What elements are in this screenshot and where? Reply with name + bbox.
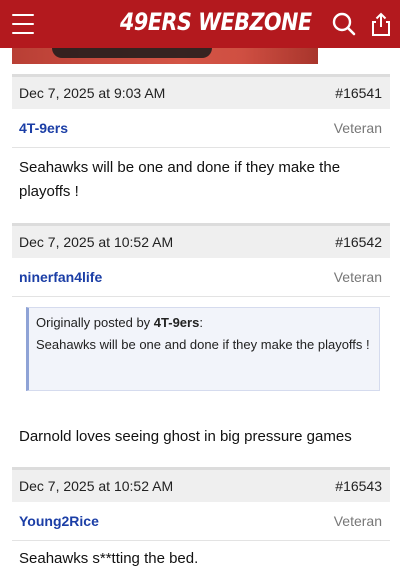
quote-text: Seahawks will be one and done if they ma…	[36, 337, 370, 352]
user-rank: Veteran	[333, 269, 382, 285]
post-author-link[interactable]: ninerfan4life	[19, 269, 102, 285]
post-date: Dec 7, 2025 at 10:52 AM	[19, 478, 174, 494]
post-date: Dec 7, 2025 at 9:03 AM	[19, 85, 166, 101]
post-header: Dec 7, 2025 at 9:03 AM #16541	[12, 74, 390, 109]
post-header: Dec 7, 2025 at 10:52 AM #16543	[12, 467, 390, 502]
post-16542: Dec 7, 2025 at 10:52 AM #16542 ninerfan4…	[12, 223, 390, 445]
post-16541: Dec 7, 2025 at 9:03 AM #16541 4T-9ers Ve…	[12, 74, 390, 200]
post-number-link[interactable]: #16543	[335, 478, 382, 494]
post-body: Darnold loves seeing ghost in big pressu…	[19, 428, 352, 445]
hamburger-menu-icon[interactable]	[12, 14, 34, 34]
quote-author-link[interactable]: 4T-9ers	[154, 315, 200, 330]
embedded-image	[12, 48, 318, 64]
site-logo[interactable]: 49ERS WEBZONE	[120, 8, 312, 36]
post-number-link[interactable]: #16542	[335, 234, 382, 250]
post-author-link[interactable]: Young2Rice	[19, 513, 99, 529]
site-header: 49ERS WEBZONE	[0, 0, 400, 48]
quote-block: Originally posted by 4T-9ers: Seahawks w…	[26, 307, 380, 391]
user-rank: Veteran	[333, 120, 382, 136]
post-body: Seahawks will be one and done if they ma…	[19, 159, 341, 200]
post-author-row: 4T-9ers Veteran	[12, 109, 390, 148]
search-icon[interactable]	[331, 11, 357, 37]
post-number-link[interactable]: #16541	[335, 85, 382, 101]
post-author-row: Young2Rice Veteran	[12, 502, 390, 541]
post-date: Dec 7, 2025 at 10:52 AM	[19, 234, 174, 250]
post-author-link[interactable]: 4T-9ers	[19, 120, 68, 136]
post-16543: Dec 7, 2025 at 10:52 AM #16543 Young2Ric…	[12, 467, 390, 567]
quote-colon: :	[199, 315, 203, 330]
post-body: Seahawks s**tting the bed.	[19, 550, 199, 567]
share-icon[interactable]	[368, 11, 394, 37]
quote-prefix: Originally posted by	[36, 315, 151, 330]
post-header: Dec 7, 2025 at 10:52 AM #16542	[12, 223, 390, 258]
quote-attribution: Originally posted by 4T-9ers:	[36, 312, 203, 334]
user-rank: Veteran	[333, 513, 382, 529]
post-author-row: ninerfan4life Veteran	[12, 258, 390, 297]
